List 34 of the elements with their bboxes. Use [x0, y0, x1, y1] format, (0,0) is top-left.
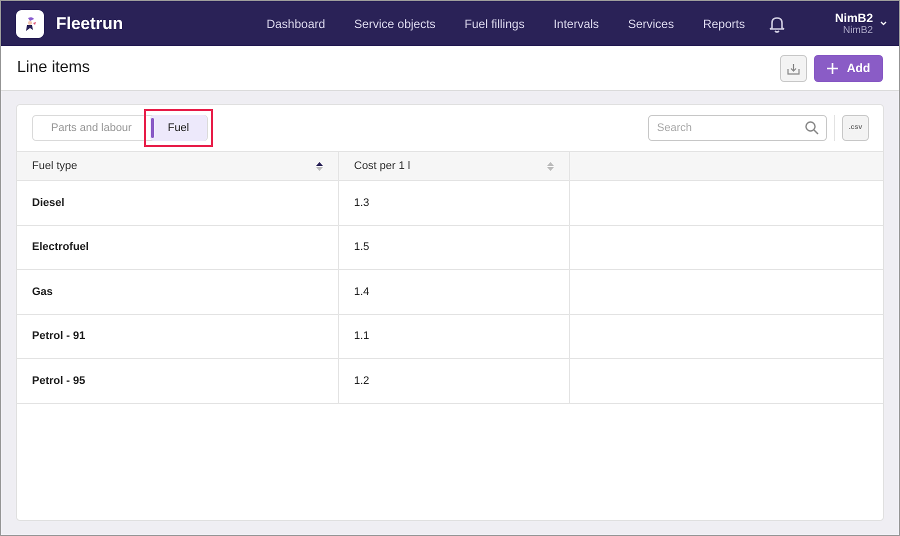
column-header[interactable]: Cost per 1 l — [354, 158, 410, 174]
table-cell-text: 1.1 — [354, 329, 370, 344]
page-title: Line items — [17, 58, 90, 78]
download-button[interactable] — [780, 54, 807, 82]
nav-link[interactable]: Reports — [702, 14, 745, 32]
add-button[interactable]: Add — [814, 54, 883, 82]
plus-icon — [826, 62, 838, 74]
tab[interactable]: Fuel — [150, 115, 208, 142]
download-icon — [787, 62, 800, 74]
chevron-down-icon[interactable] — [880, 21, 887, 26]
column-header[interactable]: Fuel type — [32, 158, 78, 174]
nav-link[interactable]: Dashboard — [266, 14, 326, 32]
search-icon — [805, 121, 819, 135]
app-name: Fleetrun — [56, 12, 124, 35]
nav-link[interactable]: Services — [628, 14, 674, 32]
table-cell-text: 1.5 — [354, 240, 370, 255]
notification-bell-icon[interactable] — [768, 14, 785, 32]
table-cell-text: 1.4 — [354, 284, 370, 300]
table-cell-text: Electrofuel — [32, 240, 89, 255]
highlight-frame — [144, 108, 214, 148]
table-cell-text: 1.2 — [354, 374, 370, 388]
account-name: NimB2 — [842, 24, 873, 36]
app-logo-icon — [16, 10, 44, 38]
search-field[interactable]: Search — [648, 115, 827, 141]
table-cell-text: 1.3 — [354, 196, 370, 210]
table-cell-text: Gas — [32, 284, 53, 300]
sort-icon[interactable] — [316, 162, 323, 170]
user-name[interactable]: NimB2 — [834, 10, 873, 24]
nav-link[interactable]: Fuel fillings — [464, 14, 525, 32]
table-cell-text: Diesel — [32, 196, 64, 210]
nav-link[interactable]: Intervals — [554, 14, 599, 32]
table-cell-text: Petrol - 95 — [32, 374, 86, 388]
nav-link[interactable]: Service objects — [354, 14, 436, 32]
table-cell-text: Petrol - 91 — [32, 329, 86, 344]
